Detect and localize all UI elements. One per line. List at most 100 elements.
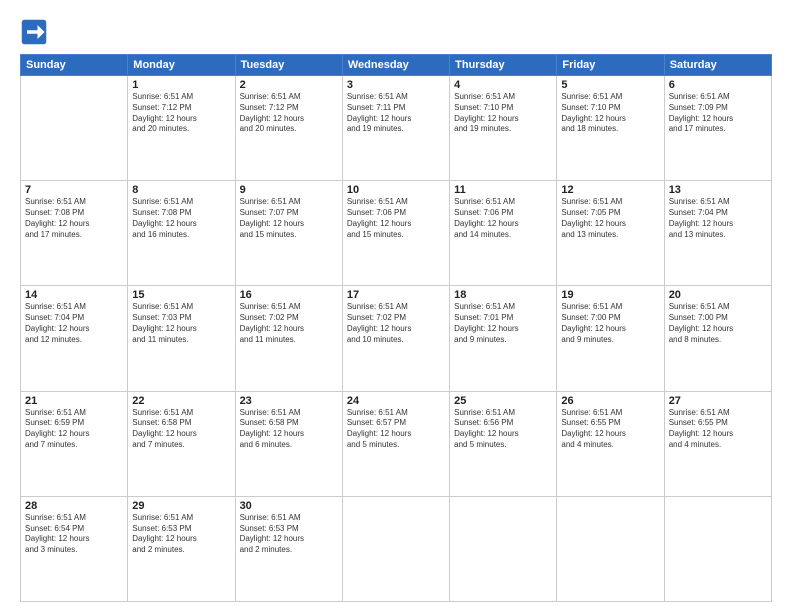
day-number: 10 [347, 184, 445, 196]
day-number: 23 [240, 395, 338, 407]
calendar-cell: 4Sunrise: 6:51 AM Sunset: 7:10 PM Daylig… [450, 76, 557, 181]
cell-details: Sunrise: 6:51 AM Sunset: 7:11 PM Dayligh… [347, 92, 445, 135]
cell-details: Sunrise: 6:51 AM Sunset: 7:08 PM Dayligh… [132, 197, 230, 240]
week-row-4: 21Sunrise: 6:51 AM Sunset: 6:59 PM Dayli… [21, 391, 772, 496]
calendar-cell: 16Sunrise: 6:51 AM Sunset: 7:02 PM Dayli… [235, 286, 342, 391]
cell-details: Sunrise: 6:51 AM Sunset: 6:57 PM Dayligh… [347, 408, 445, 451]
day-number: 21 [25, 395, 123, 407]
day-number: 26 [561, 395, 659, 407]
cell-details: Sunrise: 6:51 AM Sunset: 7:03 PM Dayligh… [132, 302, 230, 345]
day-number: 24 [347, 395, 445, 407]
cell-details: Sunrise: 6:51 AM Sunset: 6:53 PM Dayligh… [132, 513, 230, 556]
calendar-cell: 17Sunrise: 6:51 AM Sunset: 7:02 PM Dayli… [342, 286, 449, 391]
day-number: 11 [454, 184, 552, 196]
calendar-cell: 5Sunrise: 6:51 AM Sunset: 7:10 PM Daylig… [557, 76, 664, 181]
day-number: 14 [25, 289, 123, 301]
calendar-cell: 20Sunrise: 6:51 AM Sunset: 7:00 PM Dayli… [664, 286, 771, 391]
day-number: 8 [132, 184, 230, 196]
calendar-cell: 14Sunrise: 6:51 AM Sunset: 7:04 PM Dayli… [21, 286, 128, 391]
day-number: 27 [669, 395, 767, 407]
day-number: 5 [561, 79, 659, 91]
day-number: 1 [132, 79, 230, 91]
calendar-cell: 7Sunrise: 6:51 AM Sunset: 7:08 PM Daylig… [21, 181, 128, 286]
cell-details: Sunrise: 6:51 AM Sunset: 7:09 PM Dayligh… [669, 92, 767, 135]
calendar-cell [342, 496, 449, 601]
logo-icon [20, 18, 48, 46]
day-number: 6 [669, 79, 767, 91]
cell-details: Sunrise: 6:51 AM Sunset: 7:12 PM Dayligh… [132, 92, 230, 135]
cell-details: Sunrise: 6:51 AM Sunset: 6:58 PM Dayligh… [132, 408, 230, 451]
day-number: 17 [347, 289, 445, 301]
cell-details: Sunrise: 6:51 AM Sunset: 7:10 PM Dayligh… [454, 92, 552, 135]
calendar-cell: 27Sunrise: 6:51 AM Sunset: 6:55 PM Dayli… [664, 391, 771, 496]
cell-details: Sunrise: 6:51 AM Sunset: 7:01 PM Dayligh… [454, 302, 552, 345]
calendar-cell: 18Sunrise: 6:51 AM Sunset: 7:01 PM Dayli… [450, 286, 557, 391]
cell-details: Sunrise: 6:51 AM Sunset: 6:58 PM Dayligh… [240, 408, 338, 451]
cell-details: Sunrise: 6:51 AM Sunset: 6:55 PM Dayligh… [561, 408, 659, 451]
calendar-cell: 12Sunrise: 6:51 AM Sunset: 7:05 PM Dayli… [557, 181, 664, 286]
day-number: 9 [240, 184, 338, 196]
week-row-1: 1Sunrise: 6:51 AM Sunset: 7:12 PM Daylig… [21, 76, 772, 181]
cell-details: Sunrise: 6:51 AM Sunset: 6:53 PM Dayligh… [240, 513, 338, 556]
calendar-cell: 10Sunrise: 6:51 AM Sunset: 7:06 PM Dayli… [342, 181, 449, 286]
weekday-header-row: SundayMondayTuesdayWednesdayThursdayFrid… [21, 55, 772, 76]
cell-details: Sunrise: 6:51 AM Sunset: 6:56 PM Dayligh… [454, 408, 552, 451]
calendar-cell: 28Sunrise: 6:51 AM Sunset: 6:54 PM Dayli… [21, 496, 128, 601]
day-number: 19 [561, 289, 659, 301]
cell-details: Sunrise: 6:51 AM Sunset: 7:08 PM Dayligh… [25, 197, 123, 240]
weekday-header-thursday: Thursday [450, 55, 557, 76]
calendar-cell: 25Sunrise: 6:51 AM Sunset: 6:56 PM Dayli… [450, 391, 557, 496]
header [20, 18, 772, 46]
cell-details: Sunrise: 6:51 AM Sunset: 7:06 PM Dayligh… [347, 197, 445, 240]
calendar-cell: 19Sunrise: 6:51 AM Sunset: 7:00 PM Dayli… [557, 286, 664, 391]
calendar-cell: 6Sunrise: 6:51 AM Sunset: 7:09 PM Daylig… [664, 76, 771, 181]
cell-details: Sunrise: 6:51 AM Sunset: 7:12 PM Dayligh… [240, 92, 338, 135]
cell-details: Sunrise: 6:51 AM Sunset: 7:00 PM Dayligh… [669, 302, 767, 345]
calendar-table: SundayMondayTuesdayWednesdayThursdayFrid… [20, 54, 772, 602]
day-number: 4 [454, 79, 552, 91]
day-number: 7 [25, 184, 123, 196]
day-number: 13 [669, 184, 767, 196]
calendar-cell: 8Sunrise: 6:51 AM Sunset: 7:08 PM Daylig… [128, 181, 235, 286]
day-number: 18 [454, 289, 552, 301]
calendar-cell: 30Sunrise: 6:51 AM Sunset: 6:53 PM Dayli… [235, 496, 342, 601]
calendar-cell: 3Sunrise: 6:51 AM Sunset: 7:11 PM Daylig… [342, 76, 449, 181]
day-number: 25 [454, 395, 552, 407]
cell-details: Sunrise: 6:51 AM Sunset: 6:54 PM Dayligh… [25, 513, 123, 556]
calendar-cell: 11Sunrise: 6:51 AM Sunset: 7:06 PM Dayli… [450, 181, 557, 286]
day-number: 30 [240, 500, 338, 512]
cell-details: Sunrise: 6:51 AM Sunset: 7:06 PM Dayligh… [454, 197, 552, 240]
calendar-cell [557, 496, 664, 601]
day-number: 29 [132, 500, 230, 512]
day-number: 15 [132, 289, 230, 301]
weekday-header-tuesday: Tuesday [235, 55, 342, 76]
calendar-cell: 1Sunrise: 6:51 AM Sunset: 7:12 PM Daylig… [128, 76, 235, 181]
weekday-header-friday: Friday [557, 55, 664, 76]
page: SundayMondayTuesdayWednesdayThursdayFrid… [0, 0, 792, 612]
calendar-cell: 24Sunrise: 6:51 AM Sunset: 6:57 PM Dayli… [342, 391, 449, 496]
day-number: 16 [240, 289, 338, 301]
day-number: 3 [347, 79, 445, 91]
calendar-cell: 22Sunrise: 6:51 AM Sunset: 6:58 PM Dayli… [128, 391, 235, 496]
calendar-cell: 29Sunrise: 6:51 AM Sunset: 6:53 PM Dayli… [128, 496, 235, 601]
day-number: 28 [25, 500, 123, 512]
cell-details: Sunrise: 6:51 AM Sunset: 6:59 PM Dayligh… [25, 408, 123, 451]
cell-details: Sunrise: 6:51 AM Sunset: 7:02 PM Dayligh… [240, 302, 338, 345]
weekday-header-wednesday: Wednesday [342, 55, 449, 76]
calendar-cell: 26Sunrise: 6:51 AM Sunset: 6:55 PM Dayli… [557, 391, 664, 496]
cell-details: Sunrise: 6:51 AM Sunset: 7:04 PM Dayligh… [25, 302, 123, 345]
weekday-header-saturday: Saturday [664, 55, 771, 76]
cell-details: Sunrise: 6:51 AM Sunset: 7:02 PM Dayligh… [347, 302, 445, 345]
day-number: 12 [561, 184, 659, 196]
logo [20, 18, 52, 46]
cell-details: Sunrise: 6:51 AM Sunset: 7:00 PM Dayligh… [561, 302, 659, 345]
weekday-header-sunday: Sunday [21, 55, 128, 76]
cell-details: Sunrise: 6:51 AM Sunset: 7:10 PM Dayligh… [561, 92, 659, 135]
calendar-cell: 13Sunrise: 6:51 AM Sunset: 7:04 PM Dayli… [664, 181, 771, 286]
cell-details: Sunrise: 6:51 AM Sunset: 6:55 PM Dayligh… [669, 408, 767, 451]
calendar-cell [664, 496, 771, 601]
calendar-cell: 23Sunrise: 6:51 AM Sunset: 6:58 PM Dayli… [235, 391, 342, 496]
day-number: 2 [240, 79, 338, 91]
day-number: 22 [132, 395, 230, 407]
calendar-cell: 9Sunrise: 6:51 AM Sunset: 7:07 PM Daylig… [235, 181, 342, 286]
